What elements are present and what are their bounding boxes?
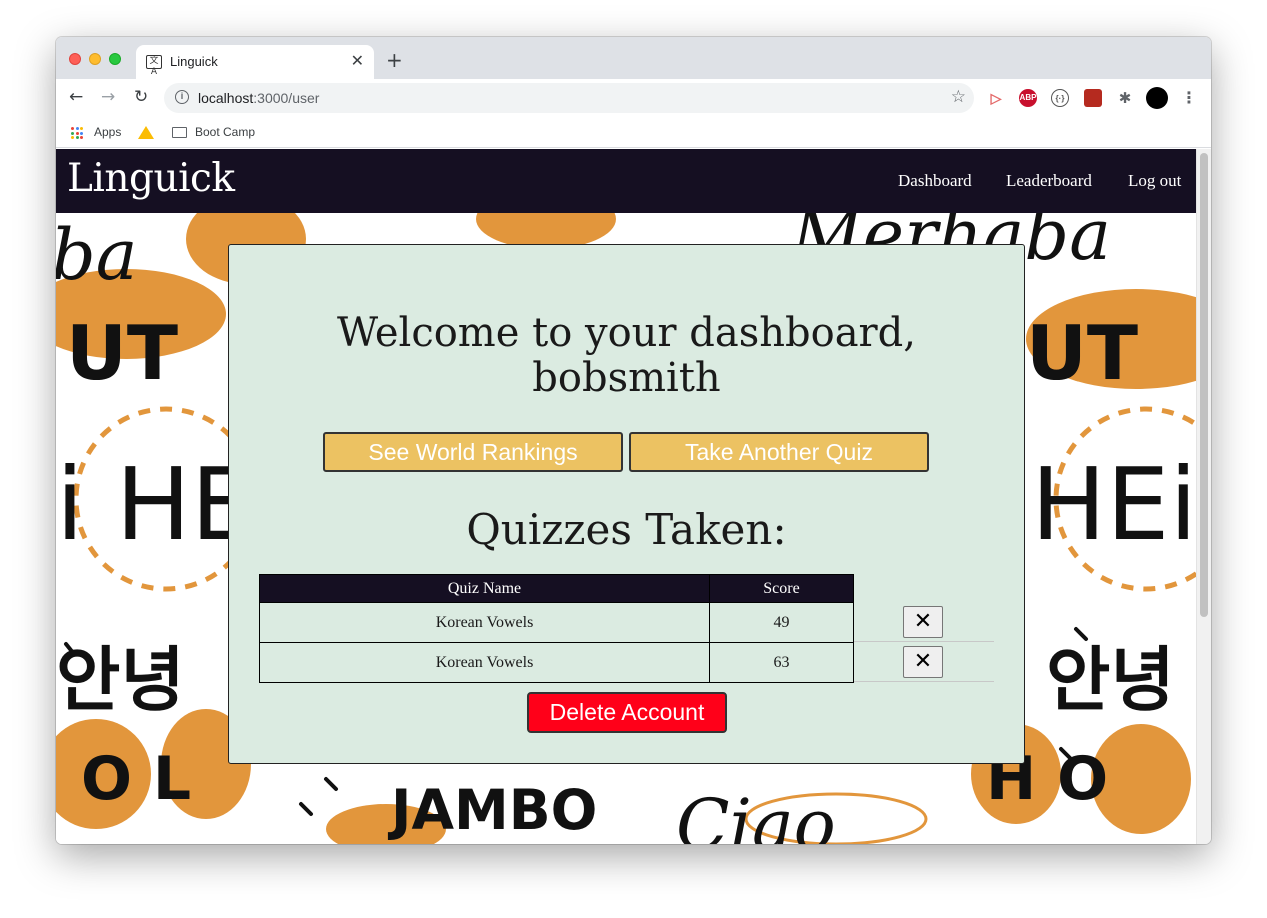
see-world-rankings-button[interactable]: See World Rankings: [323, 432, 623, 472]
row-delete-cell: ✕: [854, 642, 994, 682]
url-text[interactable]: localhost:3000/user: [198, 90, 319, 106]
dashboard-card: Welcome to your dashboard, bobsmith See …: [228, 244, 1025, 764]
browser-window: 文A Linguick ✕ + ← → ↻ i localhost:3000/u…: [56, 37, 1211, 844]
column-header-score: Score: [709, 574, 854, 603]
nav-dashboard-link[interactable]: Dashboard: [898, 171, 972, 191]
take-another-quiz-button[interactable]: Take Another Quiz: [629, 432, 929, 472]
site-info-icon[interactable]: i: [175, 90, 189, 104]
google-drive-icon[interactable]: [138, 126, 154, 139]
delete-quiz-button[interactable]: ✕: [903, 606, 943, 638]
welcome-heading: Welcome to your dashboard, bobsmith: [229, 311, 1024, 401]
minimize-window-button[interactable]: [89, 53, 101, 65]
reload-icon[interactable]: ↻: [134, 87, 148, 107]
browser-toolbar: ← → ↻ i localhost:3000/user ☆ ▷ ABP {·} …: [56, 79, 1211, 117]
zoom-window-button[interactable]: [109, 53, 121, 65]
tab-strip: 文A Linguick ✕ +: [56, 37, 1211, 79]
score-cell: 49: [709, 602, 854, 643]
delete-quiz-button[interactable]: ✕: [903, 646, 943, 678]
quizzes-taken-heading: Quizzes Taken:: [466, 505, 787, 554]
browser-tab[interactable]: 文A Linguick ✕: [136, 45, 374, 79]
nav-leaderboard-link[interactable]: Leaderboard: [1006, 171, 1092, 191]
quizzes-table: Quiz Name Score Korean Vowels 49 Korean …: [259, 574, 854, 683]
profile-avatar[interactable]: [1146, 87, 1168, 109]
page-scrollbar[interactable]: [1196, 149, 1211, 844]
address-bar[interactable]: i localhost:3000/user ☆: [164, 83, 974, 113]
scrollbar-thumb[interactable]: [1200, 153, 1208, 617]
welcome-line: Welcome to your dashboard,: [337, 310, 916, 356]
row-delete-cell: ✕: [854, 602, 994, 642]
quiz-name-cell: Korean Vowels: [259, 642, 710, 683]
svg-text:ba: ba: [56, 214, 138, 296]
cast-extension-icon[interactable]: ▷: [987, 89, 1005, 107]
back-arrow-icon[interactable]: ←: [69, 87, 83, 107]
svg-text:JAMBO: JAMBO: [387, 778, 597, 842]
tab-title: Linguick: [170, 54, 218, 69]
delete-account-button[interactable]: Delete Account: [527, 692, 727, 733]
svg-text:UT: UT: [66, 309, 178, 397]
close-tab-icon[interactable]: ✕: [351, 51, 364, 70]
quiz-name-cell: Korean Vowels: [259, 602, 710, 643]
page-viewport: ba UT i HEi 안녕 O L Merhaba UT HEi H 안녕 H…: [56, 149, 1196, 844]
nav-logout-link[interactable]: Log out: [1128, 171, 1181, 191]
site-logo[interactable]: Linguick: [67, 156, 235, 201]
close-window-button[interactable]: [69, 53, 81, 65]
svg-text:HEi H: HEi H: [1031, 446, 1196, 563]
svg-text:O L: O L: [81, 744, 191, 814]
site-navbar: Linguick Dashboard Leaderboard Log out: [56, 149, 1196, 213]
bookmark-apps[interactable]: Apps: [94, 125, 121, 139]
apps-grid-icon[interactable]: [71, 127, 83, 139]
bookmarks-bar: Apps Boot Camp: [56, 117, 1211, 148]
svg-text:안녕: 안녕: [56, 639, 185, 721]
svg-text:안녕: 안녕: [1046, 639, 1175, 721]
new-tab-icon[interactable]: +: [386, 48, 403, 72]
column-header-quiz-name: Quiz Name: [259, 574, 710, 603]
score-cell: 63: [709, 642, 854, 683]
table-row: Korean Vowels 49: [259, 602, 854, 643]
picture-extension-icon[interactable]: [1084, 89, 1102, 107]
extensions-puzzle-icon[interactable]: ✱: [1116, 89, 1134, 107]
username: bobsmith: [532, 355, 721, 401]
forward-arrow-icon[interactable]: →: [101, 87, 115, 107]
translate-icon: 文A: [146, 55, 162, 77]
folder-icon[interactable]: [172, 127, 187, 138]
json-extension-icon[interactable]: {·}: [1051, 89, 1069, 107]
bookmark-boot-camp[interactable]: Boot Camp: [195, 125, 255, 139]
browser-menu-icon[interactable]: ⋮: [1180, 89, 1198, 107]
bookmark-star-icon[interactable]: ☆: [951, 87, 966, 107]
svg-text:UT: UT: [1026, 309, 1138, 397]
table-row: Korean Vowels 63: [259, 642, 854, 683]
svg-text:Ciao: Ciao: [676, 784, 836, 844]
adblock-extension-icon[interactable]: ABP: [1019, 89, 1037, 107]
